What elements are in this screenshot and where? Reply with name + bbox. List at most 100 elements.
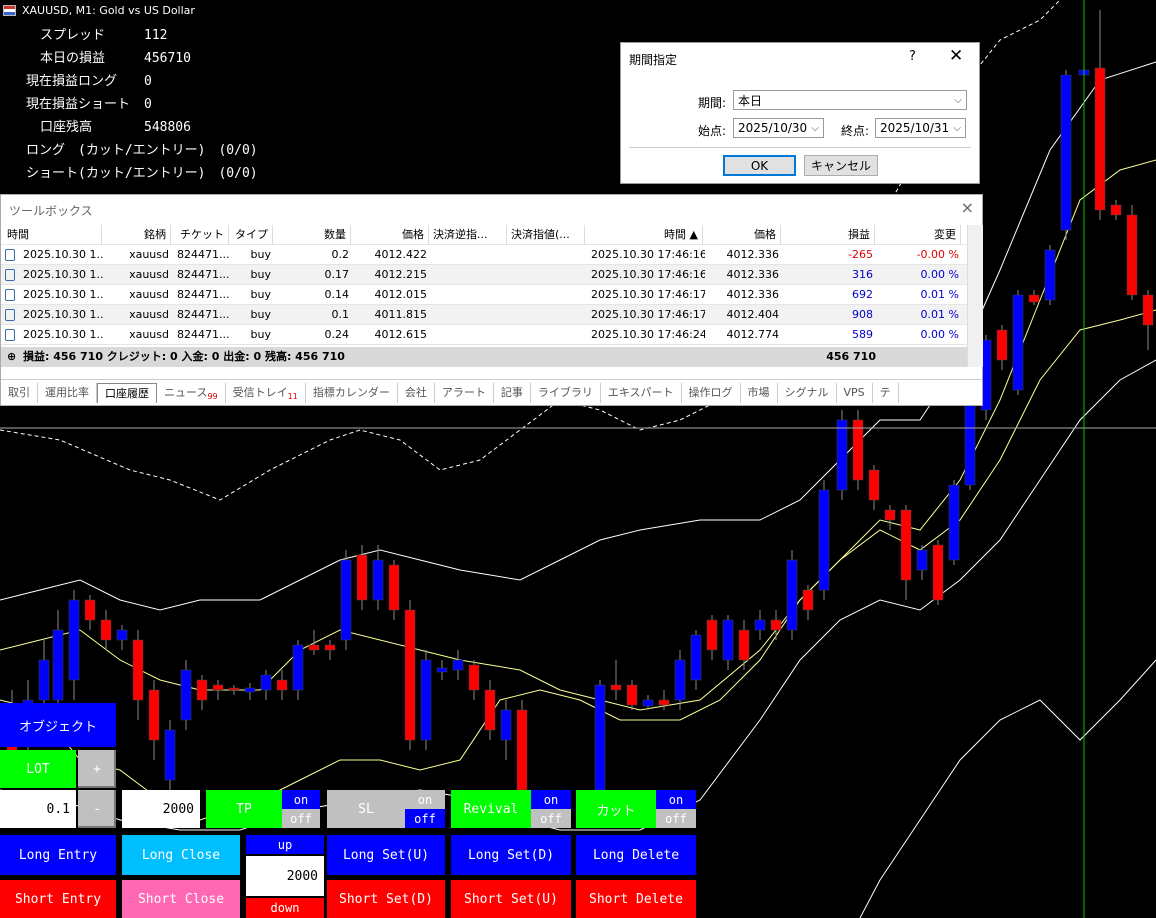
toolbox-tabs: 取引 運用比率 口座履歴 ニュース99 受信トレイ11 指標カレンダー 会社 アラート 記事 ライ…	[1, 379, 982, 405]
tp-off-button[interactable]: off	[282, 809, 320, 828]
deal-icon	[5, 309, 15, 321]
column-header[interactable]: 価格	[355, 225, 429, 245]
table-cell: buy	[250, 328, 271, 341]
long-entry-button[interactable]: Long Entry	[0, 835, 116, 875]
sl-off-button[interactable]: off	[405, 809, 445, 828]
tab-14[interactable]: VPS	[837, 382, 873, 403]
long-close-button[interactable]: Long Close	[122, 835, 240, 875]
tab-4[interactable]: 受信トレイ11	[226, 382, 306, 403]
tab-12[interactable]: 市場	[741, 382, 778, 403]
table-cell: 0.17	[324, 268, 350, 281]
candle-body	[610, 684, 622, 691]
expand-icon[interactable]: ⊕	[7, 347, 16, 367]
candle-body	[868, 469, 880, 501]
table-row[interactable]: 2025.10.30 1... xauusd 824471... buy 0.24 401…	[1, 325, 967, 345]
tab-10[interactable]: エキスパート	[601, 382, 682, 403]
column-header[interactable]: 決済逆指...	[433, 225, 507, 245]
column-header[interactable]: 決済指値(...	[511, 225, 585, 245]
tab-15[interactable]: テ	[873, 382, 899, 403]
tab-7[interactable]: アラート	[435, 382, 494, 403]
step-up-button[interactable]: up	[246, 835, 324, 854]
revival-label: Revival	[451, 790, 531, 828]
long-set-d-button[interactable]: Long Set(D)	[451, 835, 571, 875]
tp-input[interactable]: 2000	[122, 790, 200, 828]
table-cell: 0.14	[324, 288, 350, 301]
revival-off-button[interactable]: off	[531, 809, 571, 828]
table-cell	[513, 245, 587, 265]
tab-8[interactable]: 記事	[494, 382, 531, 403]
cut-off-button[interactable]: off	[656, 809, 696, 828]
help-icon[interactable]: ?	[909, 49, 916, 64]
vertical-scrollbar[interactable]	[967, 225, 983, 367]
short-delete-button[interactable]: Short Delete	[576, 880, 696, 918]
table-cell	[513, 325, 587, 345]
sl-on-button[interactable]: on	[405, 790, 445, 809]
column-header[interactable]: 時間	[7, 225, 102, 245]
period-select[interactable]: 本日 ⌵	[733, 90, 967, 110]
column-header[interactable]: 数量	[275, 225, 351, 245]
step-input[interactable]: 2000	[246, 856, 324, 896]
table-cell: 908	[852, 308, 873, 321]
lot-minus-button[interactable]: -	[78, 790, 116, 828]
step-down-button[interactable]: down	[246, 898, 324, 918]
tab-1[interactable]: 運用比率	[38, 382, 97, 403]
tab-0[interactable]: 取引	[1, 382, 38, 403]
table-row[interactable]: 2025.10.30 1... xauusd 824471... buy 0.17 401…	[1, 265, 967, 285]
tab-9[interactable]: ライブラリ	[531, 382, 601, 403]
short-set-u-button[interactable]: Short Set(U)	[451, 880, 571, 918]
candle-body	[802, 589, 814, 611]
table-cell	[435, 325, 509, 345]
column-header[interactable]: 銘柄	[103, 225, 171, 245]
current-long-value: 0	[144, 74, 152, 89]
long-delete-button[interactable]: Long Delete	[576, 835, 696, 875]
today-pl-value: 456710	[144, 51, 191, 66]
tab-3[interactable]: ニュース99	[157, 382, 226, 403]
deal-icon	[5, 289, 15, 301]
column-header[interactable]: 時間 ▲	[589, 225, 703, 245]
column-header[interactable]: タイプ	[231, 225, 273, 245]
history-table: 時間 銘柄 チケット タイプ 数量 価格 決済逆指... 決済指値(... 時間 ▲ 価格 損益 変更…	[1, 225, 967, 345]
toolbox-title: ツールボックス	[9, 204, 93, 218]
cancel-button[interactable]: キャンセル	[804, 155, 878, 176]
revival-on-button[interactable]: on	[531, 790, 571, 809]
table-row[interactable]: 2025.10.30 1... xauusd 824471... buy 0.1 4011…	[1, 305, 967, 325]
table-cell: 2025.10.30 1...	[23, 268, 104, 281]
column-header[interactable]: 損益	[785, 225, 875, 245]
end-date-picker[interactable]: 2025/10/31 ⌵	[875, 118, 966, 138]
tab-13[interactable]: シグナル	[778, 382, 837, 403]
tab-5[interactable]: 指標カレンダー	[306, 382, 398, 403]
tab-2[interactable]: 口座履歴	[97, 382, 157, 403]
column-header[interactable]: チケット	[175, 225, 229, 245]
close-icon[interactable]: ✕	[949, 46, 963, 66]
candle-body	[500, 709, 512, 741]
long-set-u-button[interactable]: Long Set(U)	[327, 835, 445, 875]
short-close-button[interactable]: Short Close	[122, 880, 240, 918]
close-icon[interactable]: ×	[961, 198, 974, 217]
column-header[interactable]: 変更	[879, 225, 961, 245]
candle-body	[738, 629, 750, 661]
short-set-d-button[interactable]: Short Set(D)	[327, 880, 445, 918]
ok-button[interactable]: OK	[723, 155, 796, 176]
tp-on-button[interactable]: on	[282, 790, 320, 809]
table-cell	[435, 305, 509, 325]
candle-body	[1142, 294, 1154, 326]
balance-label: 口座残高	[40, 120, 93, 135]
end-label: 終点:	[841, 124, 870, 138]
table-cell: 4012.404	[726, 308, 780, 321]
start-date-picker[interactable]: 2025/10/30 ⌵	[733, 118, 824, 138]
period-label: 期間:	[698, 96, 727, 110]
current-short-value: 0	[144, 97, 152, 112]
table-row[interactable]: 2025.10.30 1... xauusd 824471... buy 0.14 401…	[1, 285, 967, 305]
tab-6[interactable]: 会社	[398, 382, 435, 403]
lot-plus-button[interactable]: +	[78, 750, 116, 788]
column-header[interactable]: 価格	[707, 225, 781, 245]
object-button[interactable]: オブジェクト	[0, 703, 116, 747]
cut-on-button[interactable]: on	[656, 790, 696, 809]
long-cut-entry-line: ロング (カット/エントリー) (0/0)	[26, 143, 258, 158]
tab-11[interactable]: 操作ログ	[682, 382, 741, 403]
lot-input[interactable]: 0.1	[0, 790, 76, 828]
candle-body	[340, 559, 352, 641]
table-row[interactable]: 2025.10.30 1... xauusd 824471... buy 0.2 4012…	[1, 245, 967, 265]
candle-body	[388, 564, 400, 611]
short-entry-button[interactable]: Short Entry	[0, 880, 116, 918]
